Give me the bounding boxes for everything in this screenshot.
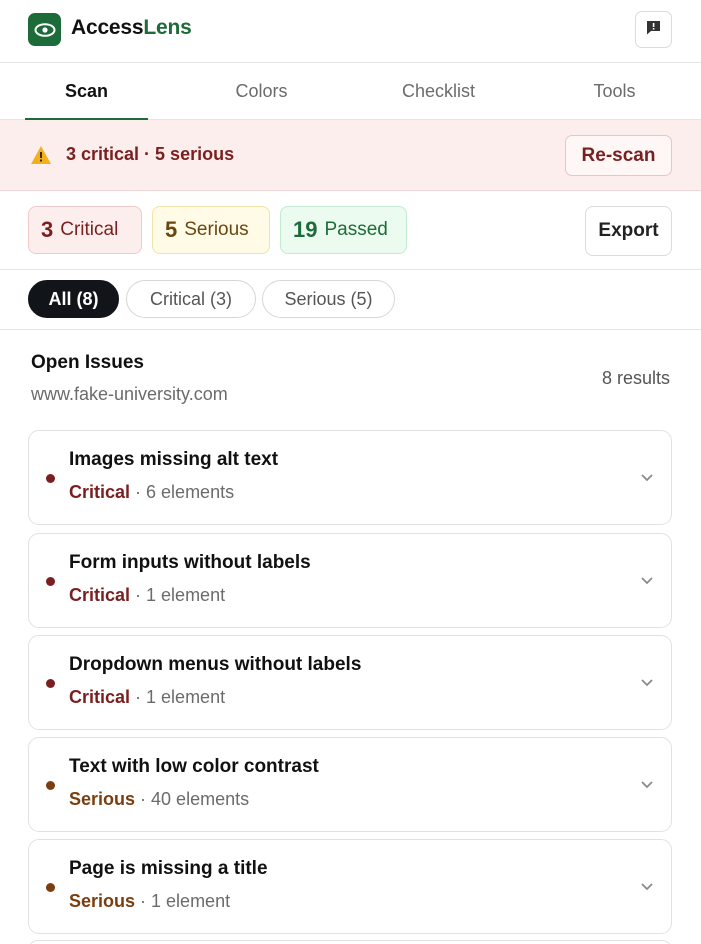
app-title: AccessLens (71, 16, 192, 39)
tab-colors[interactable]: Colors (200, 63, 323, 120)
feedback-icon (645, 19, 662, 41)
issue-title: Page is missing a title (69, 858, 268, 879)
issue-meta: Critical · 6 elements (69, 482, 235, 502)
severity-dot (46, 781, 55, 790)
issue-meta: Critical · 1 element (69, 687, 226, 707)
chevron-down-icon[interactable] (639, 469, 655, 485)
eye-icon (28, 13, 61, 46)
issue-card[interactable]: Dropdown menus without labels Critical ·… (28, 635, 672, 730)
tab-tools[interactable]: Tools (553, 63, 676, 120)
issue-card[interactable]: Text with low color contrast Serious · 4… (28, 737, 672, 832)
issue-title: Images missing alt text (69, 449, 279, 470)
filter-critical[interactable]: Critical (3) (126, 280, 256, 318)
severity-dot (46, 474, 55, 483)
issue-title: Form inputs without labels (69, 552, 311, 573)
tab-bar: Scan Colors Checklist Tools (0, 63, 701, 121)
chevron-down-icon[interactable] (639, 878, 655, 894)
issue-meta: Serious · 1 element (69, 891, 231, 911)
results-count: 8 results (601, 368, 670, 388)
issue-meta: Critical · 1 element (69, 585, 226, 605)
filter-bar: All (8) Critical (3) Serious (5) (0, 270, 701, 330)
feedback-button[interactable] (635, 11, 672, 48)
chevron-down-icon[interactable] (639, 776, 655, 792)
issue-title: Dropdown menus without labels (69, 654, 362, 675)
serious-count-badge: 5 Serious (152, 206, 270, 254)
tab-checklist[interactable]: Checklist (377, 63, 500, 120)
critical-count-badge: 3 Critical (28, 206, 142, 254)
issue-card[interactable]: Form inputs without labels Critical · 1 … (28, 533, 672, 628)
chevron-down-icon[interactable] (639, 674, 655, 690)
warning-icon (30, 145, 52, 165)
issue-title: Text with low color contrast (69, 756, 319, 777)
passed-count-badge: 19 Passed (280, 206, 407, 254)
chevron-down-icon[interactable] (639, 572, 655, 588)
scanned-url: www.fake-university.com (31, 384, 228, 404)
summary-bar: 3 Critical 5 Serious 19 Passed Export (0, 191, 701, 270)
rescan-button[interactable]: Re-scan (565, 135, 672, 176)
export-button[interactable]: Export (585, 206, 672, 256)
issue-meta: Serious · 40 elements (69, 789, 250, 809)
filter-all[interactable]: All (8) (28, 280, 119, 318)
severity-dot (46, 883, 55, 892)
issues-title: Open Issues (31, 352, 144, 373)
issue-card[interactable]: Page is missing a title Serious · 1 elem… (28, 839, 672, 934)
tab-scan[interactable]: Scan (25, 63, 148, 121)
issue-card[interactable]: Images missing alt text Critical · 6 ele… (28, 430, 672, 525)
alert-summary-text: 3 critical · 5 serious (66, 144, 235, 164)
issue-card-partial[interactable] (28, 940, 672, 944)
severity-dot (46, 577, 55, 586)
app-header: AccessLens (0, 0, 701, 63)
severity-dot (46, 679, 55, 688)
filter-serious[interactable]: Serious (5) (262, 280, 395, 318)
